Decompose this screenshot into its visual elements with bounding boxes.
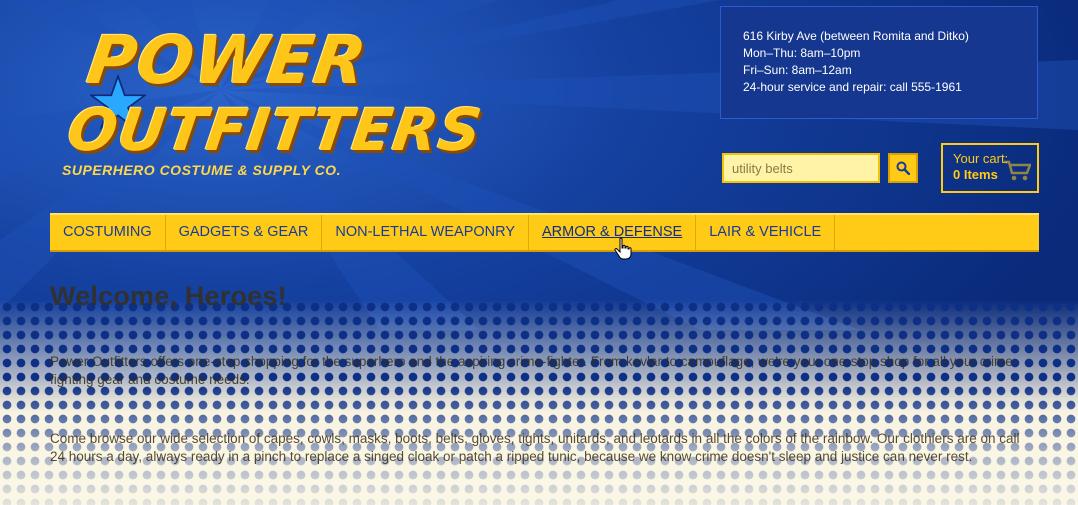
search-button[interactable] (888, 153, 918, 183)
nav-item-non-lethal-weaponry[interactable]: NON-LETHAL WEAPONRY (322, 215, 530, 250)
intro-paragraph: Power Outfitters offers one-stop shoppin… (50, 354, 1018, 387)
nav-item-costuming[interactable]: COSTUMING (50, 215, 166, 250)
cart-icon (1004, 160, 1031, 181)
logo-tagline: SUPERHERO COSTUME & SUPPLY CO. (62, 162, 341, 178)
search-input[interactable] (722, 153, 880, 183)
page-heading: Welcome, Heroes! (50, 281, 287, 311)
logo-line2: OUTFITTERS (63, 96, 487, 164)
service-text: 24-hour service and repair: call 555-196… (743, 80, 962, 94)
main-nav: COSTUMING GADGETS & GEAR NON-LETHAL WEAP… (50, 213, 1039, 252)
nav-item-lair-vehicle[interactable]: LAIR & VEHICLE (696, 215, 836, 250)
address-text: 616 Kirby Ave (between Romita and Ditko) (743, 29, 969, 43)
pointer-cursor-icon (614, 237, 632, 260)
hours-weekend-text: Fri–Sun: 8am–12am (743, 63, 852, 77)
page: POWER OUTFITTERS SUPERHERO COSTUME & SUP… (0, 0, 1078, 505)
store-logo[interactable]: POWER OUTFITTERS SUPERHERO COSTUME & SUP… (60, 22, 486, 190)
hours-weekday-text: Mon–Thu: 8am–10pm (743, 46, 861, 60)
halftone-fade (0, 300, 1078, 505)
description-paragraph: Come browse our wide selection of capes,… (50, 431, 1020, 464)
cart-widget[interactable]: Your cart: 0 Items (941, 143, 1039, 193)
nav-item-gadgets-gear[interactable]: GADGETS & GEAR (166, 215, 323, 250)
store-info-box: 616 Kirby Ave (between Romita and Ditko)… (720, 6, 1038, 119)
search-icon (896, 161, 910, 175)
